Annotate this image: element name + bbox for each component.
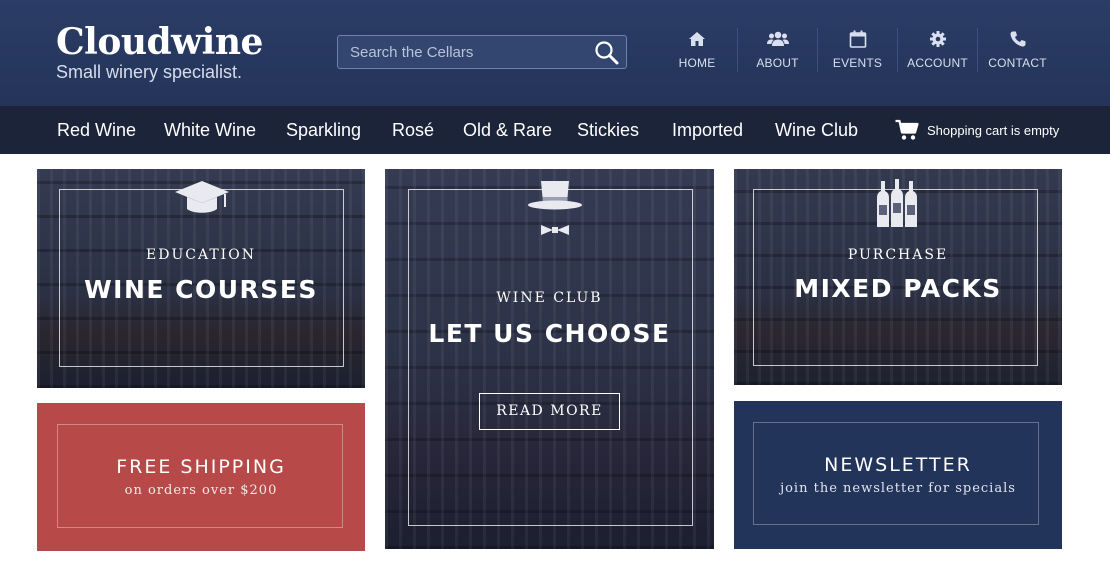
topnav-events[interactable]: EVENTS xyxy=(817,28,897,72)
cart-label: Shopping cart is empty xyxy=(927,122,1060,138)
search-input[interactable] xyxy=(338,36,588,68)
cart-icon xyxy=(895,119,919,140)
topnav-account-label: ACCOUNT xyxy=(907,56,968,70)
education-headline: WINE COURSES xyxy=(84,275,318,304)
wine-club-kicker: WINE CLUB xyxy=(496,290,603,306)
wine-bottles-icon xyxy=(877,179,917,227)
read-more-button[interactable]: READ MORE xyxy=(479,393,620,430)
site-logo[interactable]: Cloudwine Small winery specialist. xyxy=(56,22,263,82)
search-box xyxy=(337,35,627,69)
topnav-about[interactable]: ABOUT xyxy=(737,28,817,72)
top-hat-bowtie-icon xyxy=(528,181,582,235)
tile-frame xyxy=(408,189,693,526)
newsletter-subtitle: join the newsletter for specials xyxy=(780,481,1016,496)
purchase-headline: MIXED PACKS xyxy=(794,274,1002,303)
tile-newsletter[interactable]: NEWSLETTER join the newsletter for speci… xyxy=(734,401,1062,549)
topnav-home-label: HOME xyxy=(678,56,716,70)
tile-free-shipping[interactable]: FREE SHIPPING on orders over $200 xyxy=(37,403,365,551)
top-nav: HOME ABOUT EVENTS ACCOUNT CONTACT xyxy=(657,28,1057,72)
category-rose[interactable]: Rosé xyxy=(392,106,434,154)
tile-mixed-packs[interactable]: PURCHASE MIXED PACKS xyxy=(734,169,1062,385)
category-wine-club[interactable]: Wine Club xyxy=(775,106,858,154)
topnav-events-label: EVENTS xyxy=(832,56,883,70)
logo-title[interactable]: Cloudwine xyxy=(56,22,263,62)
category-white-wine[interactable]: White Wine xyxy=(164,106,256,154)
shopping-cart[interactable]: Shopping cart is empty xyxy=(895,106,1059,154)
category-old-rare[interactable]: Old & Rare xyxy=(463,106,552,154)
category-imported[interactable]: Imported xyxy=(672,106,743,154)
graduation-cap-icon xyxy=(175,181,229,213)
users-icon xyxy=(766,31,789,46)
logo-tagline: Small winery specialist. xyxy=(56,62,243,82)
search-icon[interactable] xyxy=(594,40,620,66)
category-sparkling[interactable]: Sparkling xyxy=(286,106,361,154)
wine-club-headline: LET US CHOOSE xyxy=(428,319,671,348)
tile-let-us-choose[interactable]: WINE CLUB LET US CHOOSE READ MORE xyxy=(385,169,714,549)
topnav-account[interactable]: ACCOUNT xyxy=(897,28,977,72)
topnav-contact[interactable]: CONTACT xyxy=(977,28,1057,72)
category-red-wine[interactable]: Red Wine xyxy=(57,106,136,154)
home-icon xyxy=(689,32,705,46)
topnav-contact-label: CONTACT xyxy=(988,56,1047,70)
shipping-subtitle: on orders over $200 xyxy=(124,483,278,498)
shipping-title: FREE SHIPPING xyxy=(116,456,286,478)
newsletter-title: NEWSLETTER xyxy=(824,454,972,476)
education-kicker: EDUCATION xyxy=(146,247,256,263)
category-nav: Red Wine White Wine Sparkling Rosé Old &… xyxy=(0,106,1110,154)
topnav-home[interactable]: HOME xyxy=(657,28,737,72)
tile-wine-courses[interactable]: EDUCATION WINE COURSES xyxy=(37,169,365,388)
calendar-icon xyxy=(849,30,866,48)
category-stickies[interactable]: Stickies xyxy=(577,106,639,154)
site-header: Cloudwine Small winery specialist. HOME xyxy=(0,0,1110,106)
topnav-about-label: ABOUT xyxy=(756,56,799,70)
gear-icon xyxy=(929,31,946,47)
phone-icon xyxy=(1010,31,1025,47)
purchase-kicker: PURCHASE xyxy=(847,247,949,263)
